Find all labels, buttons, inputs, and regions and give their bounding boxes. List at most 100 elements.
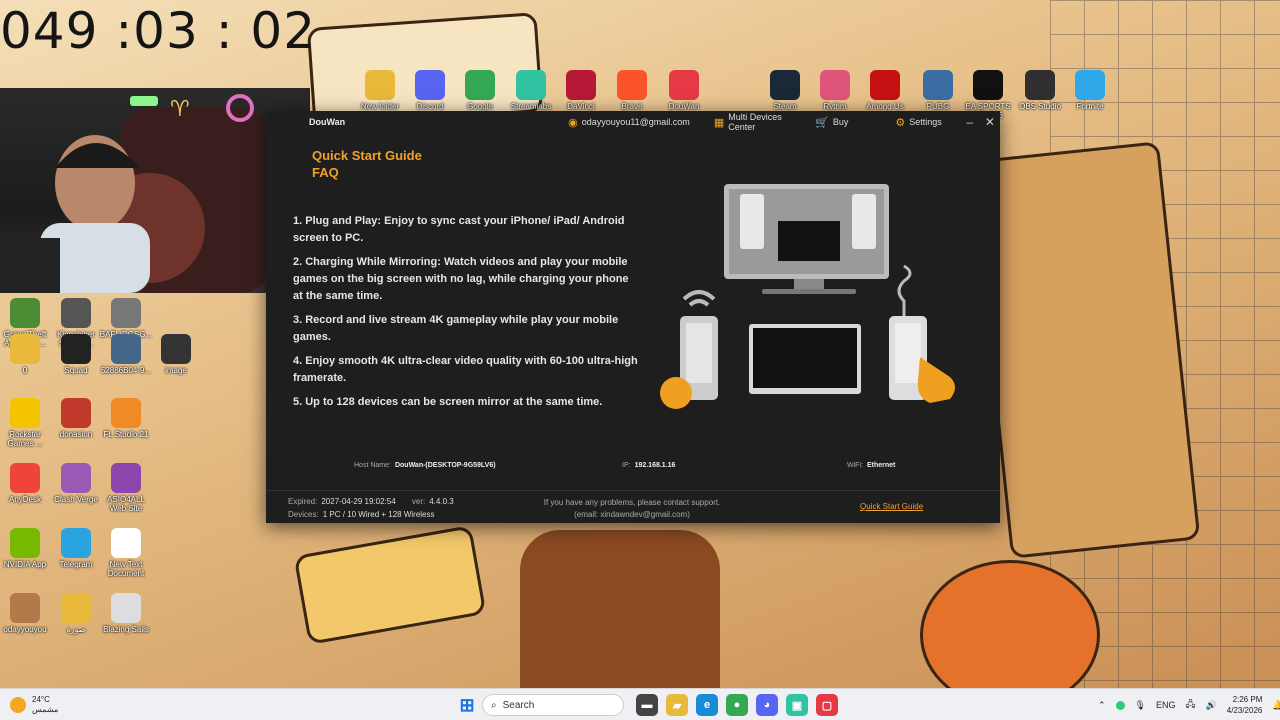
language-indicator[interactable]: ENG xyxy=(1156,700,1176,710)
windows-start-icon[interactable]: ⊞ xyxy=(456,694,478,716)
clash-icon xyxy=(61,463,91,493)
webcam-feed: ♈ xyxy=(0,94,270,293)
desktop-icon[interactable]: ASIO4ALL Web Site xyxy=(98,463,154,513)
desktop-icon[interactable]: NVIDIA App xyxy=(0,528,53,569)
desktop-icon[interactable]: Streamlabs xyxy=(503,70,559,111)
desktop-icon[interactable]: PUBG xyxy=(910,70,966,111)
chevron-up-icon[interactable]: ⌃ xyxy=(1098,700,1106,711)
desktop-icon[interactable]: BAFLIDGSG... xyxy=(98,298,154,339)
clock[interactable]: 2:26 PM 4/23/2026 xyxy=(1227,694,1263,716)
douwan-icon[interactable]: ▢ xyxy=(816,694,838,716)
fl-studio-icon xyxy=(111,398,141,428)
desktop-icon-label: NVIDIA App xyxy=(3,560,47,569)
close-button[interactable]: ✕ xyxy=(980,115,1000,129)
feature-item: 5. Up to 128 devices can be screen mirro… xyxy=(293,396,603,408)
sun-icon xyxy=(10,697,26,713)
desktop-icon[interactable]: donasiun xyxy=(48,398,104,439)
host-name: Host Name: DouWan-(DESKTOP-9G59LV6) xyxy=(354,462,496,469)
settings-label: Settings xyxy=(909,117,942,127)
status-icon[interactable] xyxy=(1115,700,1125,710)
desktop-icon-label: FL Studio 21 xyxy=(103,430,149,439)
desktop-icon[interactable]: AnyDesk xyxy=(0,463,53,504)
app-icon xyxy=(61,298,91,328)
taskbar-search[interactable]: ⌕ Search xyxy=(482,694,624,716)
volume-icon[interactable]: 🔊 xyxy=(1206,700,1217,711)
desktop-icon[interactable]: Rockstar Games ... xyxy=(0,398,53,448)
desktop-icon[interactable]: Discord xyxy=(402,70,458,111)
buy-button[interactable]: 🛒 Buy xyxy=(815,116,848,129)
account-button[interactable]: ◉ odayyouyou11@gmail.com xyxy=(568,116,690,129)
desktop-icon-label: 52886B04-9... xyxy=(100,366,152,375)
multi-devices-button[interactable]: ▦ Multi Devices Center xyxy=(714,112,789,132)
text-file-icon xyxy=(111,528,141,558)
desktop-icon[interactable]: New Text Document xyxy=(98,528,154,578)
desktop-icon-label: Blazing Sails xyxy=(103,625,149,634)
desktop-icon-label: 0 xyxy=(22,366,28,375)
faq-link[interactable]: FAQ xyxy=(312,164,422,181)
desktop-icon[interactable]: Fortnite xyxy=(1062,70,1118,111)
laptop-graphic xyxy=(749,324,861,394)
desktop-icon[interactable]: Clash Verge xyxy=(48,463,104,504)
desktop-icon[interactable]: image xyxy=(148,334,204,375)
desktop-icon[interactable]: Rythm xyxy=(807,70,863,111)
desktop-icon-label: Discord xyxy=(416,102,444,111)
gta-icon xyxy=(10,298,40,328)
desktop-icon[interactable]: DaVinci xyxy=(553,70,609,111)
mirroring-illustration xyxy=(660,184,955,409)
desktop-icon[interactable]: New folder xyxy=(352,70,408,111)
desktop-icon[interactable]: 0 xyxy=(0,334,53,375)
nvidia-icon xyxy=(10,528,40,558)
devices-label: Devices: xyxy=(288,510,319,519)
desktop-icon[interactable]: Brave xyxy=(604,70,660,111)
feature-item: 4. Enjoy smooth 4K ultra-clear video qua… xyxy=(293,355,638,384)
file-icon xyxy=(111,298,141,328)
weather-widget[interactable]: 24°C مشمس xyxy=(10,689,58,720)
desktop-icon[interactable]: DouWan xyxy=(656,70,712,111)
desktop-icon[interactable]: Among Us xyxy=(857,70,913,111)
desktop-icon[interactable]: Steam xyxy=(757,70,813,111)
feature-list: 1. Plug and Play: Enjoy to sync cast you… xyxy=(293,213,638,418)
settings-button[interactable]: ⚙ Settings xyxy=(895,116,941,129)
feature-item: 3. Record and live stream 4K gameplay wh… xyxy=(293,314,619,343)
desktop-icon[interactable]: OBS Studio xyxy=(1012,70,1068,111)
file-explorer-icon[interactable]: ▬ xyxy=(636,694,658,716)
desktop-icon-label: DaVinci xyxy=(567,102,595,111)
footer-quick-start-link[interactable]: Quick Start Guide xyxy=(860,502,923,511)
desktop-icon[interactable]: صورة xyxy=(48,593,104,634)
desktop-icon-label: image xyxy=(165,366,187,375)
devices-icon: ▦ xyxy=(713,116,725,129)
ip-address: IP: 192.168.1.16 xyxy=(622,462,675,469)
discord-icon[interactable]: ◕ xyxy=(756,694,778,716)
ea-fc-icon xyxy=(973,70,1003,100)
desktop-icon[interactable]: 52886B04-9... xyxy=(98,334,154,375)
network-icon[interactable]: 🖧 xyxy=(1186,697,1196,713)
edge-icon[interactable]: e xyxy=(696,694,718,716)
notification-icon[interactable]: 🔔 xyxy=(1272,700,1280,711)
folder-icon xyxy=(61,593,91,623)
wifi-label: WiFi: xyxy=(847,462,863,469)
minimize-button[interactable]: – xyxy=(960,115,980,129)
microphone-icon[interactable]: 🎙 xyxy=(1135,700,1146,711)
chrome-icon[interactable]: ● xyxy=(726,694,748,716)
desktop-icon-label: Steam xyxy=(773,102,797,111)
desktop-icon[interactable]: Squad xyxy=(48,334,104,375)
streamlabs-icon[interactable]: ▣ xyxy=(786,694,808,716)
desktop-icon[interactable]: Telegram xyxy=(48,528,104,569)
wallpaper-card xyxy=(293,525,487,645)
taskbar-apps: ▬ ▰ e ● ◕ ▣ ▢ xyxy=(632,694,842,716)
quick-start-link[interactable]: Quick Start Guide xyxy=(312,147,422,164)
desktop-icon-label: Squad xyxy=(64,366,88,375)
brave-icon xyxy=(617,70,647,100)
desktop-icon[interactable]: odayyouyou xyxy=(0,593,53,634)
phone-right-graphic xyxy=(889,264,955,403)
cart-icon: 🛒 xyxy=(815,116,829,129)
desktop-icon[interactable]: Blazing Sails xyxy=(98,593,154,634)
desktop-icon[interactable]: Google xyxy=(452,70,508,111)
folder-icon[interactable]: ▰ xyxy=(666,694,688,716)
support-line: If you have any problems, please contact… xyxy=(543,498,721,507)
chrome-icon xyxy=(465,70,495,100)
desktop-icon[interactable]: FL Studio 21 xyxy=(98,398,154,439)
obs-icon xyxy=(1025,70,1055,100)
desktop-icon-label: Streamlabs xyxy=(510,102,552,111)
feature-item: 1. Plug and Play: Enjoy to sync cast you… xyxy=(293,215,625,244)
